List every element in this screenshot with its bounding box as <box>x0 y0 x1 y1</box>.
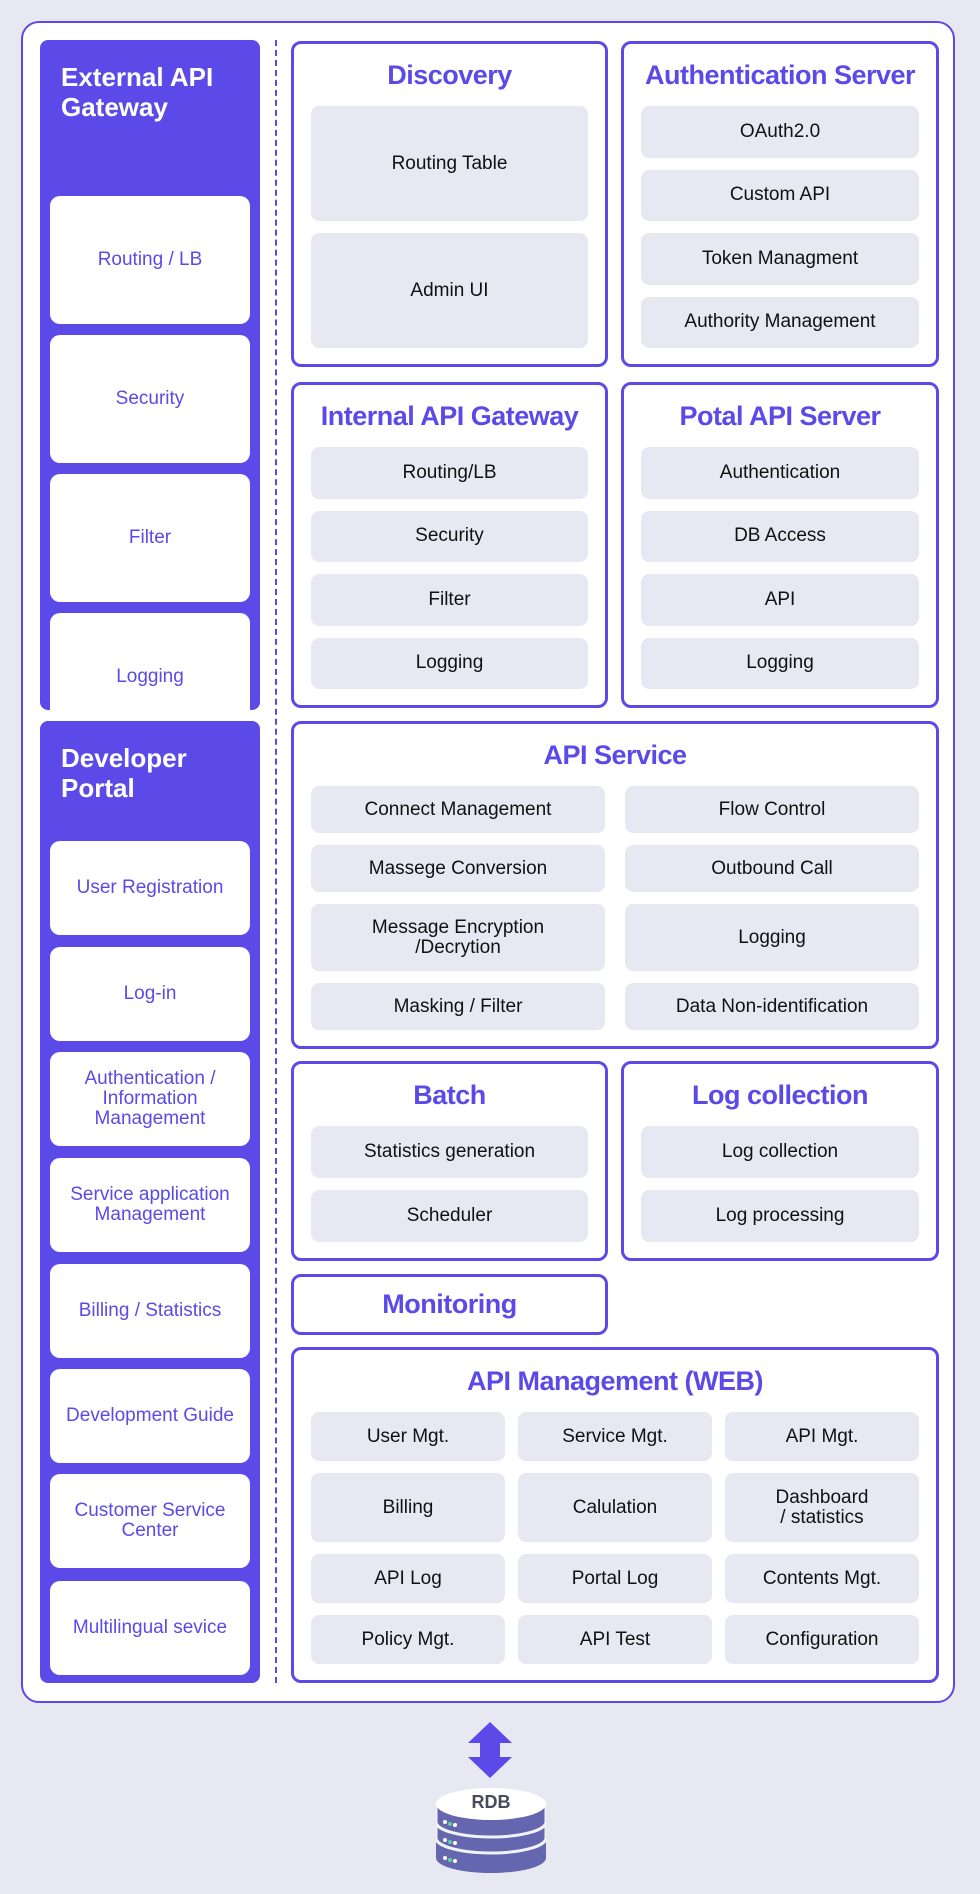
item-api: API <box>641 574 919 626</box>
item-admin-ui: Admin UI <box>311 233 588 348</box>
box-title: Potal API Server <box>679 400 881 431</box>
item-filter: Filter <box>50 474 250 602</box>
api-management-box: API Management (WEB) User Mgt. Service Mgt… <box>291 1347 939 1683</box>
item-routing-table: Routing Table <box>311 106 588 221</box>
box-title: Batch <box>413 1079 486 1110</box>
item-token-managment: Token Managment <box>641 233 919 285</box>
item-logging: Logging <box>311 637 588 689</box>
item-log-processing: Log processing <box>641 1190 919 1242</box>
item-policy-mgt: Policy Mgt. <box>311 1615 505 1664</box>
authentication-server-box: Authentication Server OAuth2.0 Custom API T… <box>621 41 939 367</box>
item-authentication: Authentication <box>641 447 919 499</box>
item-scheduler: Scheduler <box>311 1190 588 1242</box>
item-db-access: DB Access <box>641 510 919 562</box>
box-title: Authentication Server <box>644 59 916 90</box>
item-api-mgt: API Mgt. <box>725 1412 919 1461</box>
item-development-guide: Development Guide <box>50 1369 250 1463</box>
item-authority-management: Authority Management <box>641 296 919 348</box>
item-statistics-generation: Statistics generation <box>311 1126 588 1178</box>
internal-api-gateway-box: Internal API Gateway Routing/LB Security Fi… <box>291 382 608 708</box>
item-billing: Billing <box>311 1473 505 1542</box>
database-icon: RDB <box>436 1788 546 1874</box>
item-custom-api: Custom API <box>641 169 919 221</box>
item-user-registration: User Registration <box>50 841 250 935</box>
item-list: Routing/LB Security Filter Logging <box>311 447 588 689</box>
item-calulation: Calulation <box>518 1473 712 1542</box>
item-list: OAuth2.0 Custom API Token Managment Authori… <box>641 106 919 348</box>
box-title: Discovery <box>387 59 512 90</box>
item-user-mgt: User Mgt. <box>311 1412 505 1461</box>
item-masking-filter: Masking / Filter <box>311 983 605 1030</box>
box-title: API Management (WEB) <box>466 1365 764 1396</box>
box-title: API Service <box>543 739 687 770</box>
item-portal-log: Portal Log <box>518 1554 712 1603</box>
item-list: Routing Table Admin UI <box>311 106 588 348</box>
item-massege-conversion: Massege Conversion <box>311 845 605 892</box>
portal-api-server-box: Potal API Server Authentication DB Access A… <box>621 382 939 708</box>
item-data-non-identification: Data Non-identification <box>625 983 919 1030</box>
database-label: RDB <box>471 1792 511 1812</box>
panel-title: External API Gateway <box>61 62 214 122</box>
api-service-box: API Service Connect Management Flow Contro… <box>291 721 939 1049</box>
item-routing-lb: Routing/LB <box>311 447 588 499</box>
item-service-application-management: Service application Management <box>50 1158 250 1252</box>
item-api-test: API Test <box>518 1615 712 1664</box>
item-list: Connect Management Flow Control Massege Co… <box>311 786 919 1030</box>
dashed-divider <box>275 40 277 1683</box>
item-list: Authentication DB Access API Logging <box>641 447 919 689</box>
item-contents-mgt: Contents Mgt. <box>725 1554 919 1603</box>
item-customer-service-center: Customer Service Center <box>50 1474 250 1568</box>
double-arrow-vertical-icon <box>468 1722 512 1778</box>
box-title: Log collection <box>691 1079 869 1110</box>
item-logging: Logging <box>625 904 919 971</box>
item-flow-control: Flow Control <box>625 786 919 833</box>
log-collection-box: Log collection Log collection Log processi… <box>621 1061 939 1261</box>
item-security: Security <box>311 510 588 562</box>
panel-title: Developer Portal <box>61 743 187 803</box>
discovery-box: Discovery Routing Table Admin UI <box>291 41 608 367</box>
item-oauth2-0: OAuth2.0 <box>641 106 919 158</box>
item-log-collection: Log collection <box>641 1126 919 1178</box>
developer-portal-panel: Developer Portal User Registration Log-in… <box>40 721 260 1683</box>
item-message-encryption-decrytion: Message Encryption /Decrytion <box>311 904 605 971</box>
external-api-gateway-panel: External API Gateway Routing / LB Securit… <box>40 40 260 741</box>
box-title: Monitoring <box>382 1289 517 1319</box>
item-log-in: Log-in <box>50 947 250 1041</box>
item-authentication-information-management: Authentication / Information Management <box>50 1052 250 1146</box>
item-security: Security <box>50 335 250 463</box>
item-outbound-call: Outbound Call <box>625 845 919 892</box>
item-list: Statistics generation Scheduler <box>311 1126 588 1242</box>
item-filter: Filter <box>311 574 588 626</box>
item-list: Log collection Log processing <box>641 1126 919 1242</box>
item-api-log: API Log <box>311 1554 505 1603</box>
batch-box: Batch Statistics generation Scheduler <box>291 1061 608 1261</box>
box-title: Internal API Gateway <box>320 400 579 431</box>
monitoring-box: Monitoring <box>291 1274 608 1335</box>
item-service-mgt: Service Mgt. <box>518 1412 712 1461</box>
item-multilingual-sevice: Multilingual sevice <box>50 1581 250 1675</box>
item-routing-lb: Routing / LB <box>50 196 250 324</box>
item-connect-management: Connect Management <box>311 786 605 833</box>
item-dashboard-statistics: Dashboard / statistics <box>725 1473 919 1542</box>
item-logging: Logging <box>641 637 919 689</box>
item-configuration: Configuration <box>725 1615 919 1664</box>
item-list: User Mgt. Service Mgt. API Mgt. Billing Calu… <box>311 1412 919 1664</box>
item-billing-statistics: Billing / Statistics <box>50 1264 250 1358</box>
